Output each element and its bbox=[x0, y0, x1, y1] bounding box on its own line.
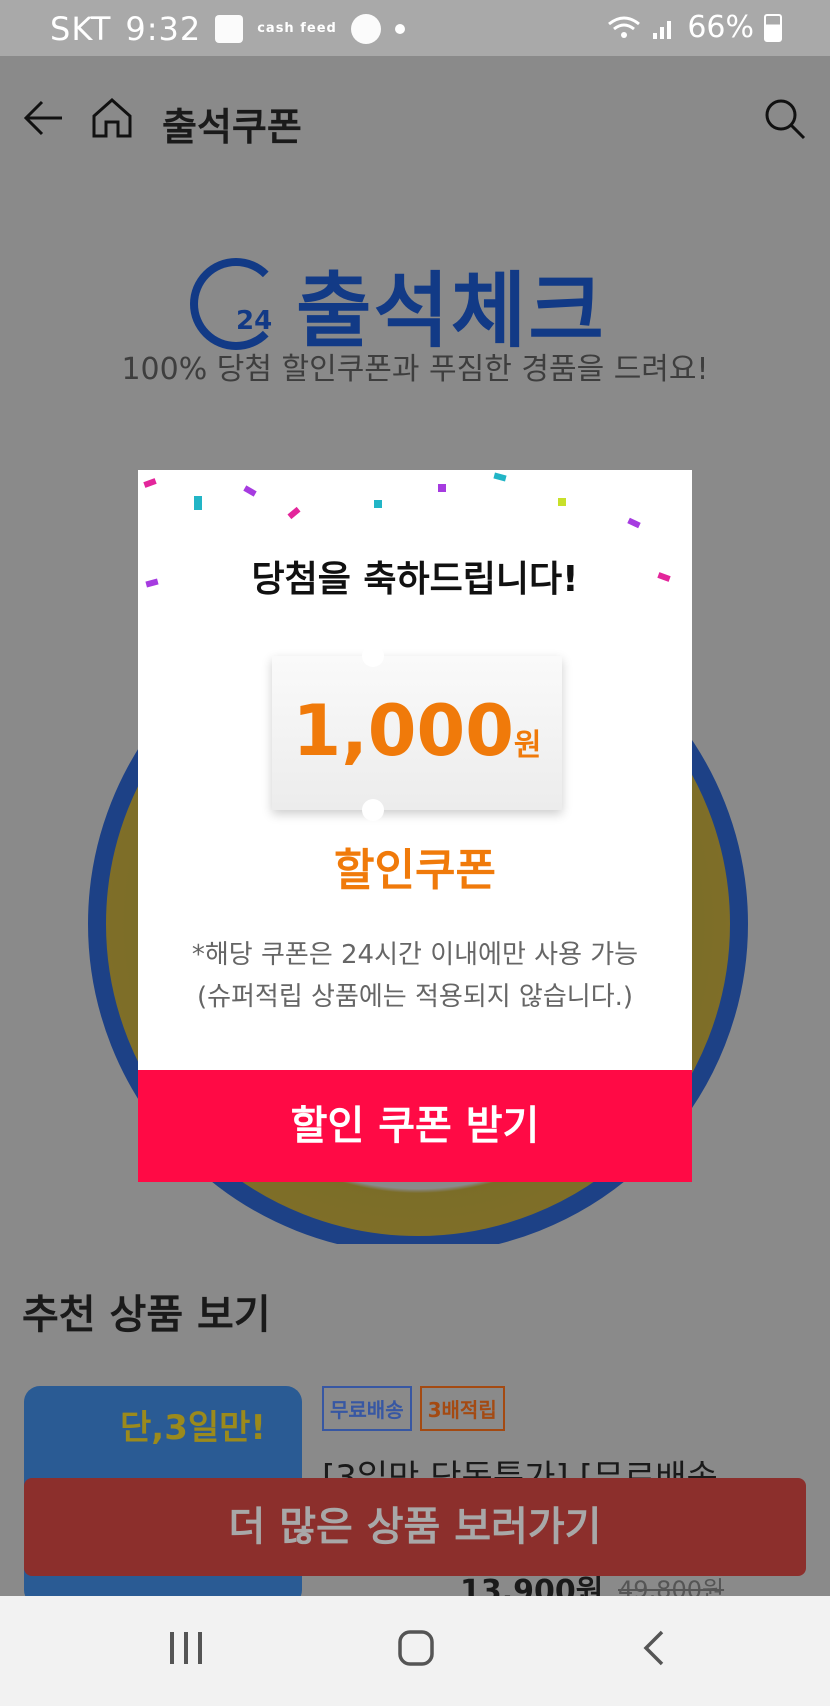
coupon-ticket: 1,000원 bbox=[272, 645, 562, 821]
signal-icon bbox=[653, 20, 672, 39]
banner-subtitle: 100% 당첨 할인쿠폰과 푸짐한 경품을 드려요! bbox=[121, 352, 709, 387]
more-notifications-dot-icon bbox=[394, 24, 405, 34]
cashfeed-icon: cash feed bbox=[257, 21, 337, 36]
page-title: 출석쿠폰 bbox=[162, 105, 302, 149]
clock-time: 9:32 bbox=[125, 10, 202, 48]
promo-text: 단,3일만! bbox=[120, 1408, 266, 1448]
triple-points-badge: 3배적립 bbox=[419, 1386, 505, 1431]
battery-icon bbox=[764, 13, 782, 42]
more-products-button[interactable]: 더 많은 상품 보러가기 bbox=[24, 1478, 806, 1576]
search-icon[interactable] bbox=[762, 96, 808, 142]
modal-heading: 당첨을 축하드립니다! bbox=[251, 559, 579, 600]
coupon-note: *해당 쿠폰은 24시간 이내에만 사용 가능 (슈퍼적립 상품에는 적용되지 … bbox=[191, 940, 639, 1012]
receive-coupon-button[interactable]: 할인 쿠폰 받기 bbox=[138, 1070, 692, 1182]
wifi-icon bbox=[608, 16, 641, 38]
home-icon[interactable] bbox=[88, 94, 136, 142]
product-badges: 무료배송 3배적립 bbox=[322, 1386, 505, 1431]
free-shipping-badge: 무료배송 bbox=[322, 1386, 412, 1431]
app-header: 출석쿠폰 bbox=[0, 56, 830, 184]
home-button-icon[interactable] bbox=[396, 1626, 436, 1670]
system-navigation-bar bbox=[0, 1596, 830, 1706]
clock-24-icon: 24 bbox=[190, 257, 282, 350]
carrier-label: SKT bbox=[50, 10, 112, 48]
settings-notification-icon bbox=[350, 14, 381, 44]
back-button-icon[interactable] bbox=[634, 1626, 674, 1670]
battery-percent: 66% bbox=[687, 10, 754, 45]
status-bar: SKT 9:32 cash feed 66% bbox=[0, 0, 830, 56]
coupon-amount: 1,000원 bbox=[292, 690, 542, 772]
gallery-icon bbox=[215, 15, 244, 43]
coupon-win-modal: 당첨을 축하드립니다! 1,000원 할인쿠폰 *해당 쿠폰은 24시간 이내에… bbox=[138, 470, 692, 1182]
back-arrow-icon[interactable] bbox=[22, 96, 66, 140]
recommend-title: 추천 상품 보기 bbox=[22, 1292, 271, 1338]
recent-apps-icon[interactable] bbox=[166, 1626, 206, 1670]
coupon-label: 할인쿠폰 bbox=[334, 845, 496, 896]
